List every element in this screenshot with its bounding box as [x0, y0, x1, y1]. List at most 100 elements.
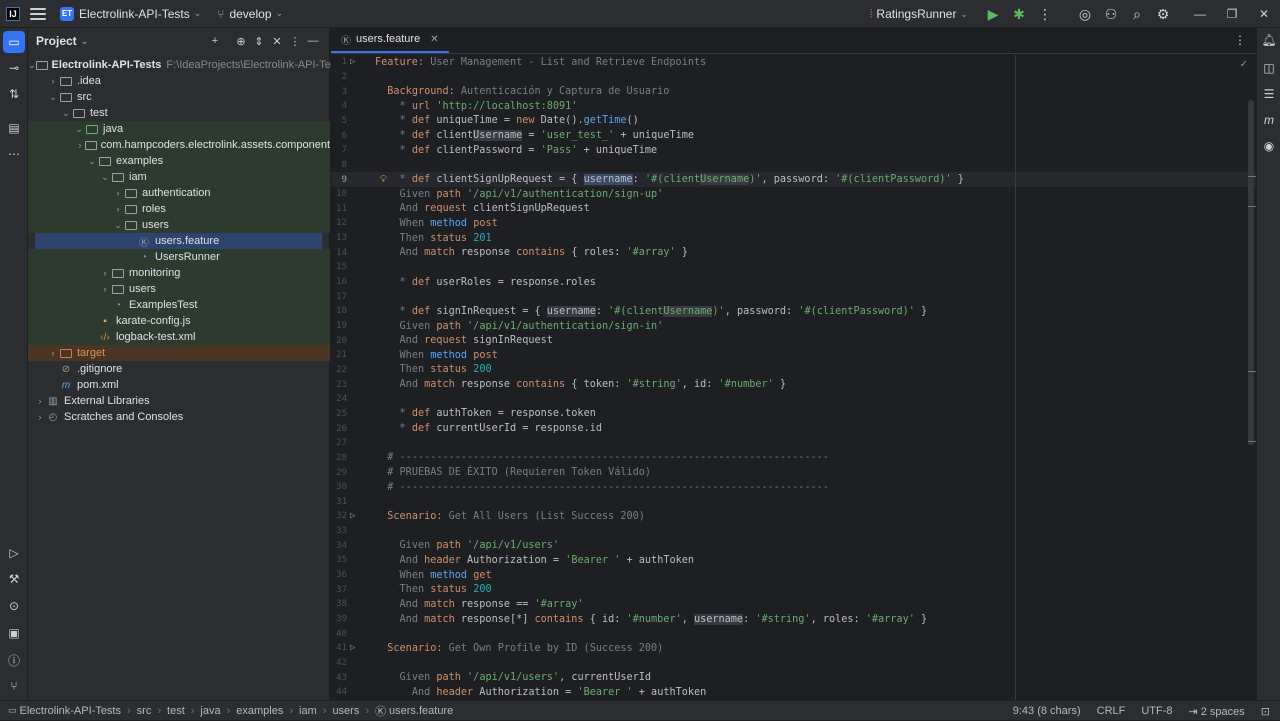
build-tool-icon[interactable]: ⚒: [3, 568, 25, 590]
code-line[interactable]: 25 * def authToken = response.token: [331, 407, 1256, 422]
more-tools-icon[interactable]: ⋯: [3, 143, 25, 165]
run-scenario-icon[interactable]: ▷: [350, 57, 360, 67]
code-line[interactable]: 34 Given path '/api/v1/users': [331, 538, 1256, 553]
breadcrumb-item[interactable]: src: [137, 705, 152, 717]
expand-all-icon[interactable]: ⇕: [251, 33, 267, 49]
tree-item[interactable]: ‹/› logback-test.xml: [28, 329, 330, 345]
breadcrumb-item[interactable]: java: [200, 705, 220, 717]
chevron-right-icon[interactable]: ›: [75, 140, 85, 150]
code-line[interactable]: 22 Then status 200: [331, 363, 1256, 378]
tree-item[interactable]: ⌄ iam: [28, 169, 330, 185]
run-config-selector[interactable]: ⦙ RatingsRunner ⌄: [870, 7, 968, 21]
gradle-icon[interactable]: ◉: [1260, 137, 1278, 155]
code-line[interactable]: 26 * def currentUserId = response.id: [331, 421, 1256, 436]
code-line[interactable]: 35 And header Authorization = 'Bearer ' …: [331, 553, 1256, 568]
project-tool-icon[interactable]: ▭: [3, 31, 25, 53]
line-separator[interactable]: CRLF: [1097, 705, 1126, 717]
code-line[interactable]: 7 * def clientPassword = 'Pass' + unique…: [331, 143, 1256, 158]
commit-tool-icon[interactable]: ⊸: [3, 57, 25, 79]
tree-item[interactable]: ⌄ users: [28, 217, 330, 233]
chevron-down-icon[interactable]: ⌄: [99, 172, 111, 183]
chevron-right-icon[interactable]: ›: [99, 284, 111, 294]
code-line[interactable]: 3 Background: Autenticación y Captura de…: [331, 84, 1256, 99]
code-line[interactable]: 29 # PRUEBAS DE ÉXITO (Requieren Token V…: [331, 465, 1256, 480]
code-line[interactable]: 23 And match response contains { token: …: [331, 377, 1256, 392]
tree-item[interactable]: ⌄ Electrolink-API-Tests F:\IdeaProjects\El…: [28, 57, 345, 73]
notifications-icon[interactable]: 🔔︎: [1260, 31, 1278, 49]
chevron-down-icon[interactable]: ⌄: [112, 220, 124, 231]
chevron-right-icon[interactable]: ›: [112, 188, 124, 198]
code-line[interactable]: 10 Given path '/api/v1/authentication/si…: [331, 187, 1256, 202]
tree-item[interactable]: ⌄ src: [28, 89, 330, 105]
options-icon[interactable]: ⋮: [287, 33, 303, 49]
run-icon[interactable]: ▶: [980, 1, 1006, 27]
tree-item[interactable]: › authentication: [28, 185, 330, 201]
tree-item[interactable]: ◔ UsersRunner: [28, 249, 330, 265]
code-line[interactable]: 28 # -----------------------------------…: [331, 451, 1256, 466]
code-line[interactable]: 31: [331, 495, 1256, 510]
locate-file-icon[interactable]: ⊕: [233, 33, 249, 49]
ai-assistant-icon[interactable]: ◎: [1072, 1, 1098, 27]
code-line[interactable]: 6 * def clientUsername = 'user_test_' + …: [331, 128, 1256, 143]
code-line[interactable]: 30 # -----------------------------------…: [331, 480, 1256, 495]
main-menu-icon[interactable]: [30, 7, 46, 20]
ai-chat-icon[interactable]: ◫: [1260, 59, 1278, 77]
restore-icon[interactable]: ❐: [1216, 0, 1248, 28]
hide-panel-icon[interactable]: —: [305, 33, 321, 49]
database-icon[interactable]: ☰: [1260, 85, 1278, 103]
intellij-logo-icon[interactable]: IJ: [6, 6, 20, 21]
code-line[interactable]: 27: [331, 436, 1256, 451]
code-with-me-icon[interactable]: ⚇: [1098, 1, 1124, 27]
more-actions-icon[interactable]: ⋮: [1032, 1, 1058, 27]
run-scenario-icon[interactable]: ▷: [350, 511, 360, 521]
tree-item[interactable]: › ◴ Scratches and Consoles: [28, 409, 330, 425]
close-icon[interactable]: ✕: [1248, 0, 1280, 28]
chevron-right-icon[interactable]: ›: [99, 268, 111, 278]
code-line[interactable]: 24: [331, 392, 1256, 407]
code-line[interactable]: 14 And match response contains { roles: …: [331, 245, 1256, 260]
code-line[interactable]: 21 When method post: [331, 348, 1256, 363]
code-line[interactable]: 20 And request signInRequest: [331, 333, 1256, 348]
tree-item[interactable]: ⌄ java: [28, 121, 330, 137]
pull-requests-icon[interactable]: ⇅: [3, 83, 25, 105]
run-scenario-icon[interactable]: ▷: [350, 643, 360, 653]
structure-tool-icon[interactable]: ▤: [3, 117, 25, 139]
debug-icon[interactable]: ✱: [1006, 1, 1032, 27]
chevron-right-icon[interactable]: ›: [34, 396, 46, 406]
code-line[interactable]: 42: [331, 656, 1256, 671]
code-line[interactable]: 32 ▷ Scenario: Get All Users (List Succes…: [331, 509, 1256, 524]
no-problems-check-icon[interactable]: ✓: [1240, 59, 1248, 70]
code-line[interactable]: 2: [331, 70, 1256, 85]
chevron-down-icon[interactable]: ⌄: [60, 108, 72, 119]
caret-position[interactable]: 9:43 (8 chars): [1013, 705, 1081, 717]
breadcrumb-item[interactable]: ▭ Electrolink-API-Tests: [8, 705, 121, 717]
run-tool-icon[interactable]: ▷: [3, 542, 25, 564]
code-line[interactable]: 12 When method post: [331, 216, 1256, 231]
chevron-down-icon[interactable]: ⌄: [28, 60, 36, 71]
code-line[interactable]: 1 ▷ Feature: User Management - List and Re…: [331, 55, 1256, 70]
code-line[interactable]: 19 Given path '/api/v1/authentication/si…: [331, 319, 1256, 334]
code-line[interactable]: 4 * url 'http://localhost:8091': [331, 99, 1256, 114]
code-line[interactable]: 5 * def uniqueTime = new Date().getTime(…: [331, 114, 1256, 129]
code-line[interactable]: 18 * def signInRequest = { username: '#(…: [331, 304, 1256, 319]
tree-item[interactable]: ⊘ .gitignore: [28, 361, 330, 377]
code-line[interactable]: 39 And match response[*] contains { id: …: [331, 612, 1256, 627]
code-line[interactable]: 11 And request clientSignUpRequest: [331, 202, 1256, 217]
tree-item[interactable]: › users: [28, 281, 330, 297]
code-editor[interactable]: 1 ▷ Feature: User Management - List and Re…: [331, 55, 1256, 700]
add-icon[interactable]: +: [207, 33, 223, 49]
file-encoding[interactable]: UTF-8: [1141, 705, 1172, 717]
breadcrumb-item[interactable]: examples: [236, 705, 283, 717]
chevron-right-icon[interactable]: ›: [47, 76, 59, 86]
vertical-scrollbar[interactable]: [1248, 100, 1254, 445]
terminal-tool-icon[interactable]: ▣: [3, 622, 25, 644]
breadcrumb-item[interactable]: users: [332, 705, 359, 717]
tab-users-feature[interactable]: Ⓚ users.feature ✕: [331, 27, 449, 53]
code-line[interactable]: 37 Then status 200: [331, 582, 1256, 597]
indent-setting[interactable]: ⇥ 2 spaces: [1189, 705, 1245, 718]
tab-options-icon[interactable]: ⋮: [1234, 33, 1246, 47]
chevron-down-icon[interactable]: ⌄: [47, 92, 59, 103]
tree-item[interactable]: › ▥ External Libraries: [28, 393, 330, 409]
code-line[interactable]: 43 Given path '/api/v1/users', currentUs…: [331, 670, 1256, 685]
readonly-lock-icon[interactable]: ⊡: [1261, 705, 1270, 718]
